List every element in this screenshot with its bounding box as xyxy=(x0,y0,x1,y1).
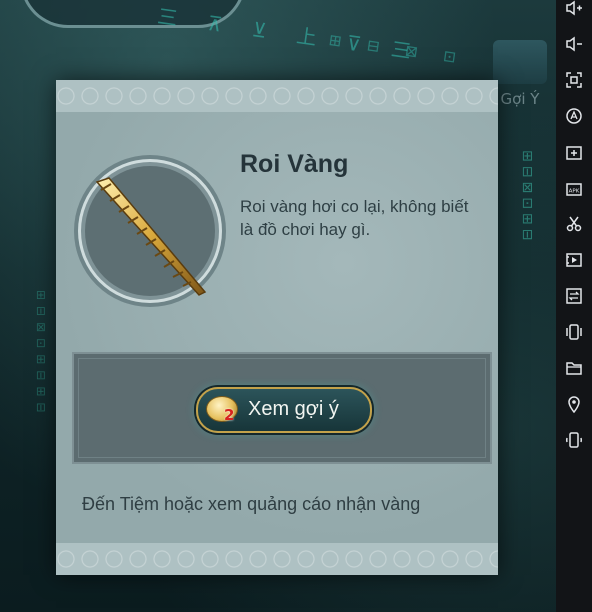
gold-info-text: Đến Tiệm hoặc xem quảng cáo nhận vàng xyxy=(82,494,421,514)
item-description: Roi vàng hơi co lại, không biết là đồ ch… xyxy=(240,197,469,239)
side-decorative-glyphs: ⊞⊟⊠⊡⊞⊟ xyxy=(519,150,535,245)
panel-bottom-border xyxy=(56,543,498,575)
sync-settings-icon[interactable] xyxy=(562,284,586,308)
panel-top-border xyxy=(56,80,498,112)
volume-down-icon[interactable] xyxy=(562,32,586,56)
video-icon[interactable] xyxy=(562,248,586,272)
add-window-icon[interactable] xyxy=(562,140,586,164)
folder-icon[interactable] xyxy=(562,356,586,380)
item-image-frame xyxy=(85,166,215,296)
golden-whip-icon xyxy=(95,177,207,296)
install-apk-icon[interactable]: APK xyxy=(562,176,586,200)
watch-hint-label: Xem gợi ý xyxy=(248,398,339,420)
emulator-toolbar: APK xyxy=(556,0,592,612)
scissors-icon[interactable] xyxy=(562,212,586,236)
shake-icon[interactable] xyxy=(562,320,586,344)
left-decorative-glyphs: ⊞⊟⊠⊡⊞⊟⊞⊟ xyxy=(34,290,48,419)
hint-book-label: Gợi Ý xyxy=(500,90,540,108)
keymap-icon[interactable] xyxy=(562,104,586,128)
item-name: Roi Vàng xyxy=(240,150,349,178)
rotate-icon[interactable] xyxy=(562,428,586,452)
screenshot-icon[interactable] xyxy=(562,68,586,92)
book-icon xyxy=(493,40,547,84)
hint-cost: 2 xyxy=(224,406,235,424)
watch-hint-button[interactable]: 2 Xem gợi ý xyxy=(196,387,372,433)
volume-up-icon[interactable] xyxy=(562,0,586,20)
svg-text:APK: APK xyxy=(569,189,580,195)
location-icon[interactable] xyxy=(562,392,586,416)
